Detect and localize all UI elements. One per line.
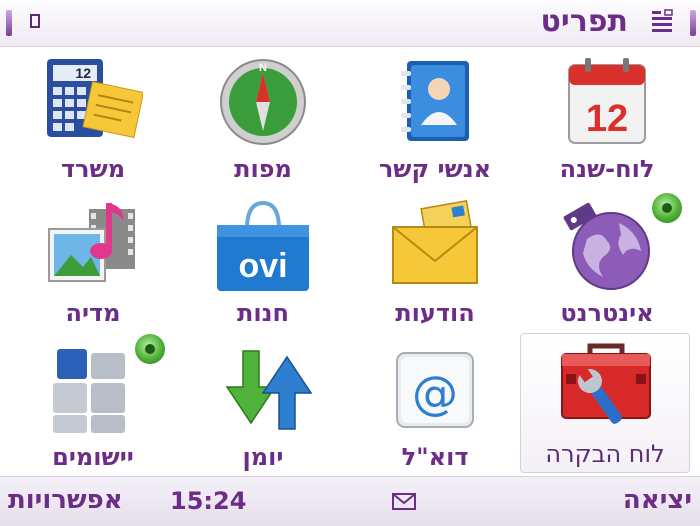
compass-icon: N (220, 59, 306, 145)
calendar-icon: 12 (568, 58, 646, 144)
app-label: לוח הבקרה (545, 440, 665, 468)
page-title: תפריט (540, 4, 629, 39)
app-label: לוח-שנה (559, 155, 655, 183)
app-maps[interactable]: N מפות (178, 49, 348, 189)
app-label: מפות (234, 155, 292, 183)
globe-icon (563, 202, 650, 290)
app-messaging[interactable]: הודעות (350, 193, 520, 333)
app-grid: 12 לוח-שנה אנשי קשר N מפות 12 משרד אינטר… (0, 47, 700, 475)
new-item-badge-internet (652, 193, 682, 223)
app-label: אנשי קשר (378, 155, 492, 183)
app-label: אינטרנט (560, 299, 654, 327)
compass-north: N (259, 62, 267, 74)
envelope-small-icon (392, 493, 416, 510)
email-at-icon: @ (396, 352, 474, 428)
svg-text:@: @ (412, 366, 458, 420)
exit-softkey[interactable]: יציאה (623, 485, 692, 515)
app-contacts[interactable]: אנשי קשר (350, 49, 520, 189)
app-label: יומן (242, 443, 284, 471)
app-office[interactable]: 12 משרד (8, 49, 178, 189)
toolbox-icon (561, 343, 651, 424)
app-log[interactable]: יומן (178, 337, 348, 477)
app-email[interactable]: @ דוא"ל (350, 337, 520, 477)
clock: 15:24 (170, 487, 247, 515)
new-item-badge-applications (135, 334, 165, 364)
calendar-day: 12 (586, 98, 628, 140)
office-icon: 12 (47, 59, 143, 139)
app-label: הודעות (395, 299, 475, 327)
app-label: מדיה (65, 299, 121, 327)
app-media[interactable]: מדיה (8, 193, 178, 333)
contacts-icon (401, 61, 469, 141)
applications-icon (53, 349, 125, 433)
menu-grid-icon (652, 9, 673, 32)
options-softkey[interactable]: אפשרויות (8, 485, 123, 515)
app-label: חנות (237, 299, 289, 327)
app-calendar[interactable]: 12 לוח-שנה (522, 49, 692, 189)
square-indicator-icon (30, 14, 40, 28)
store-logo: ovi (238, 247, 287, 285)
scroll-right-indicator (690, 10, 696, 36)
title-bar: תפריט (0, 0, 700, 47)
envelope-icon (392, 199, 478, 284)
log-arrows-icon (225, 350, 313, 430)
app-label: דוא"ל (401, 443, 469, 471)
app-label: משרד (60, 155, 126, 183)
app-control-panel[interactable]: לוח הבקרה (520, 333, 690, 473)
ovi-store-icon: ovi (217, 200, 309, 291)
scroll-left-indicator (6, 10, 12, 36)
app-store[interactable]: ovi חנות (178, 193, 348, 333)
softkey-bar: אפשרויות 15:24 יציאה (0, 476, 700, 526)
app-label: יישומים (52, 443, 134, 471)
calculator-display: 12 (75, 65, 91, 81)
media-icon (48, 203, 135, 282)
